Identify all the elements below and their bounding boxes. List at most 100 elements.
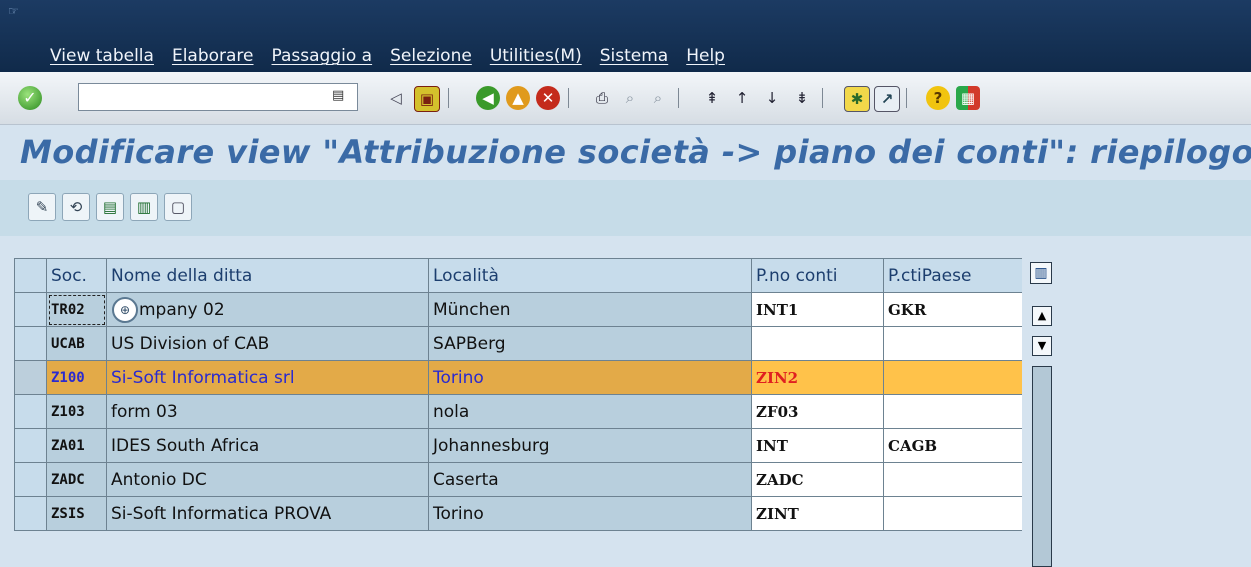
cell-loc[interactable]: Torino bbox=[428, 496, 752, 531]
menu-bar: View tabella Elaborare Passaggio a Selez… bbox=[50, 46, 743, 70]
page-title: Modificare view "Attribuzione società ->… bbox=[20, 133, 1251, 171]
table-row: ZSIS Si-Soft Informatica PROVA Torino ZI… bbox=[14, 496, 1022, 531]
cell-name[interactable]: Si-Soft Informatica srl bbox=[106, 360, 429, 395]
cell-name[interactable]: form 03 bbox=[106, 394, 429, 429]
help-icon[interactable]: ? bbox=[926, 86, 950, 110]
cell-pno[interactable]: ZIN2 bbox=[751, 360, 884, 395]
row-selector[interactable] bbox=[14, 360, 47, 395]
scroll-up-icon[interactable]: ▲ bbox=[1032, 306, 1052, 326]
next-page-icon[interactable]: ↓ bbox=[760, 86, 784, 110]
menu-selezione[interactable]: Selezione bbox=[390, 46, 484, 70]
deselect-all-icon[interactable]: ▢ bbox=[164, 193, 192, 221]
shortcut-icon[interactable]: ↗ bbox=[874, 86, 900, 112]
last-page-icon[interactable]: ⇟ bbox=[790, 86, 814, 110]
cell-pno[interactable]: ZF03 bbox=[751, 394, 884, 429]
print-icon[interactable]: ⎙ bbox=[590, 86, 614, 110]
column-configuration-icon[interactable]: ▥ bbox=[1030, 262, 1052, 284]
table-row: ZA01 IDES South Africa Johannesburg INT … bbox=[14, 428, 1022, 463]
cell-pno[interactable]: ZINT bbox=[751, 496, 884, 531]
scroll-down-icon[interactable]: ▼ bbox=[1032, 336, 1052, 356]
cell-soc[interactable]: ZA01 bbox=[46, 428, 107, 463]
create-session-icon[interactable]: ✱ bbox=[844, 86, 870, 112]
cell-pcti[interactable] bbox=[883, 360, 1022, 395]
table-header-row: Soc. Nome della ditta Località P.no cont… bbox=[14, 258, 1022, 293]
cell-loc[interactable]: München bbox=[428, 292, 752, 327]
table-row-selected: Z100 Si-Soft Informatica srl Torino ZIN2 bbox=[14, 360, 1022, 395]
cell-pcti[interactable] bbox=[883, 496, 1022, 531]
cell-pcti[interactable] bbox=[883, 462, 1022, 497]
menu-help[interactable]: Help bbox=[686, 46, 737, 70]
exit-icon[interactable]: ▲ bbox=[506, 86, 530, 110]
header-soc[interactable]: Soc. bbox=[46, 258, 107, 293]
change-display-icon[interactable]: ✎ bbox=[28, 193, 56, 221]
cell-pno[interactable]: INT bbox=[751, 428, 884, 463]
title-bar: ☞ View tabella Elaborare Passaggio a Sel… bbox=[0, 0, 1251, 72]
company-table: Soc. Nome della ditta Località P.no cont… bbox=[14, 258, 1022, 531]
toggle-edit-icon[interactable]: ⟲ bbox=[62, 193, 90, 221]
cell-soc[interactable]: Z103 bbox=[46, 394, 107, 429]
first-page-icon[interactable]: ⇞ bbox=[700, 86, 724, 110]
cell-name[interactable]: Antonio DC bbox=[106, 462, 429, 497]
menu-elaborare[interactable]: Elaborare bbox=[172, 46, 266, 70]
cell-soc[interactable]: ZADC bbox=[46, 462, 107, 497]
menu-sistema[interactable]: Sistema bbox=[600, 46, 680, 70]
cell-loc[interactable]: nola bbox=[428, 394, 752, 429]
find-next-icon[interactable]: ⌕ bbox=[646, 86, 670, 110]
command-history-icon[interactable]: ▤ bbox=[332, 88, 346, 106]
cell-pcti[interactable] bbox=[883, 394, 1022, 429]
table-row: TR02 ⊕ mpany 02 München INT1 GKR bbox=[14, 292, 1022, 327]
cell-soc[interactable]: ZSIS bbox=[46, 496, 107, 531]
cell-pno[interactable]: INT1 bbox=[751, 292, 884, 327]
menu-view-tabella[interactable]: View tabella bbox=[50, 46, 166, 70]
vertical-scrollbar[interactable] bbox=[1032, 366, 1052, 567]
customize-layout-icon[interactable]: ▦ bbox=[956, 86, 980, 110]
cell-name[interactable]: ⊕ mpany 02 bbox=[106, 292, 429, 327]
cell-pcti[interactable]: CAGB bbox=[883, 428, 1022, 463]
header-pcti-paese[interactable]: P.ctiPaese bbox=[883, 258, 1022, 293]
cell-name[interactable]: US Division of CAB bbox=[106, 326, 429, 361]
row-selector[interactable] bbox=[14, 326, 47, 361]
standard-toolbar: ✓ ▤ ◁ ▣ ◀ ▲ ✕ ⎙ ⌕ ⌕ ⇞ ↑ ↓ ⇟ ✱ ↗ ? ▦ bbox=[0, 72, 1251, 125]
table-row: UCAB US Division of CAB SAPBerg bbox=[14, 326, 1022, 361]
select-all-cell[interactable] bbox=[14, 258, 47, 293]
header-nome-ditta[interactable]: Nome della ditta bbox=[106, 258, 429, 293]
cell-name[interactable]: IDES South Africa bbox=[106, 428, 429, 463]
menu-passaggio-a[interactable]: Passaggio a bbox=[272, 46, 385, 70]
back-icon[interactable]: ◀ bbox=[476, 86, 500, 110]
table-row: Z103 form 03 nola ZF03 bbox=[14, 394, 1022, 429]
table-row: ZADC Antonio DC Caserta ZADC bbox=[14, 462, 1022, 497]
cell-name-text: mpany 02 bbox=[139, 299, 225, 320]
row-selector[interactable] bbox=[14, 462, 47, 497]
cell-name[interactable]: Si-Soft Informatica PROVA bbox=[106, 496, 429, 531]
select-block-icon[interactable]: ▥ bbox=[130, 193, 158, 221]
cancel-icon[interactable]: ✕ bbox=[536, 86, 560, 110]
cell-loc[interactable]: SAPBerg bbox=[428, 326, 752, 361]
command-field[interactable] bbox=[78, 83, 358, 111]
select-all-icon[interactable]: ▤ bbox=[96, 193, 124, 221]
back-arrow-icon[interactable]: ◁ bbox=[384, 86, 408, 110]
tooltip-cursor-icon: ⊕ bbox=[112, 296, 138, 323]
cell-loc[interactable]: Johannesburg bbox=[428, 428, 752, 463]
menu-utilities[interactable]: Utilities(M) bbox=[490, 46, 594, 70]
cell-pcti[interactable] bbox=[883, 326, 1022, 361]
header-pno-conti[interactable]: P.no conti bbox=[751, 258, 884, 293]
window-menu-icon[interactable]: ☞ bbox=[8, 4, 24, 18]
header-localita[interactable]: Località bbox=[428, 258, 752, 293]
row-selector[interactable] bbox=[14, 292, 47, 327]
row-selector[interactable] bbox=[14, 496, 47, 531]
cell-soc[interactable]: Z100 bbox=[46, 360, 107, 395]
cell-loc[interactable]: Caserta bbox=[428, 462, 752, 497]
enter-icon[interactable]: ✓ bbox=[18, 86, 42, 110]
row-selector[interactable] bbox=[14, 428, 47, 463]
cell-pno[interactable]: ZADC bbox=[751, 462, 884, 497]
cell-pno[interactable] bbox=[751, 326, 884, 361]
cell-soc[interactable]: UCAB bbox=[46, 326, 107, 361]
cell-pcti[interactable]: GKR bbox=[883, 292, 1022, 327]
row-selector[interactable] bbox=[14, 394, 47, 429]
find-icon[interactable]: ⌕ bbox=[618, 86, 642, 110]
cell-loc[interactable]: Torino bbox=[428, 360, 752, 395]
previous-page-icon[interactable]: ↑ bbox=[730, 86, 754, 110]
save-icon[interactable]: ▣ bbox=[414, 86, 440, 112]
table-control: Soc. Nome della ditta Località P.no cont… bbox=[14, 258, 1022, 567]
cell-soc[interactable]: TR02 bbox=[46, 292, 107, 327]
